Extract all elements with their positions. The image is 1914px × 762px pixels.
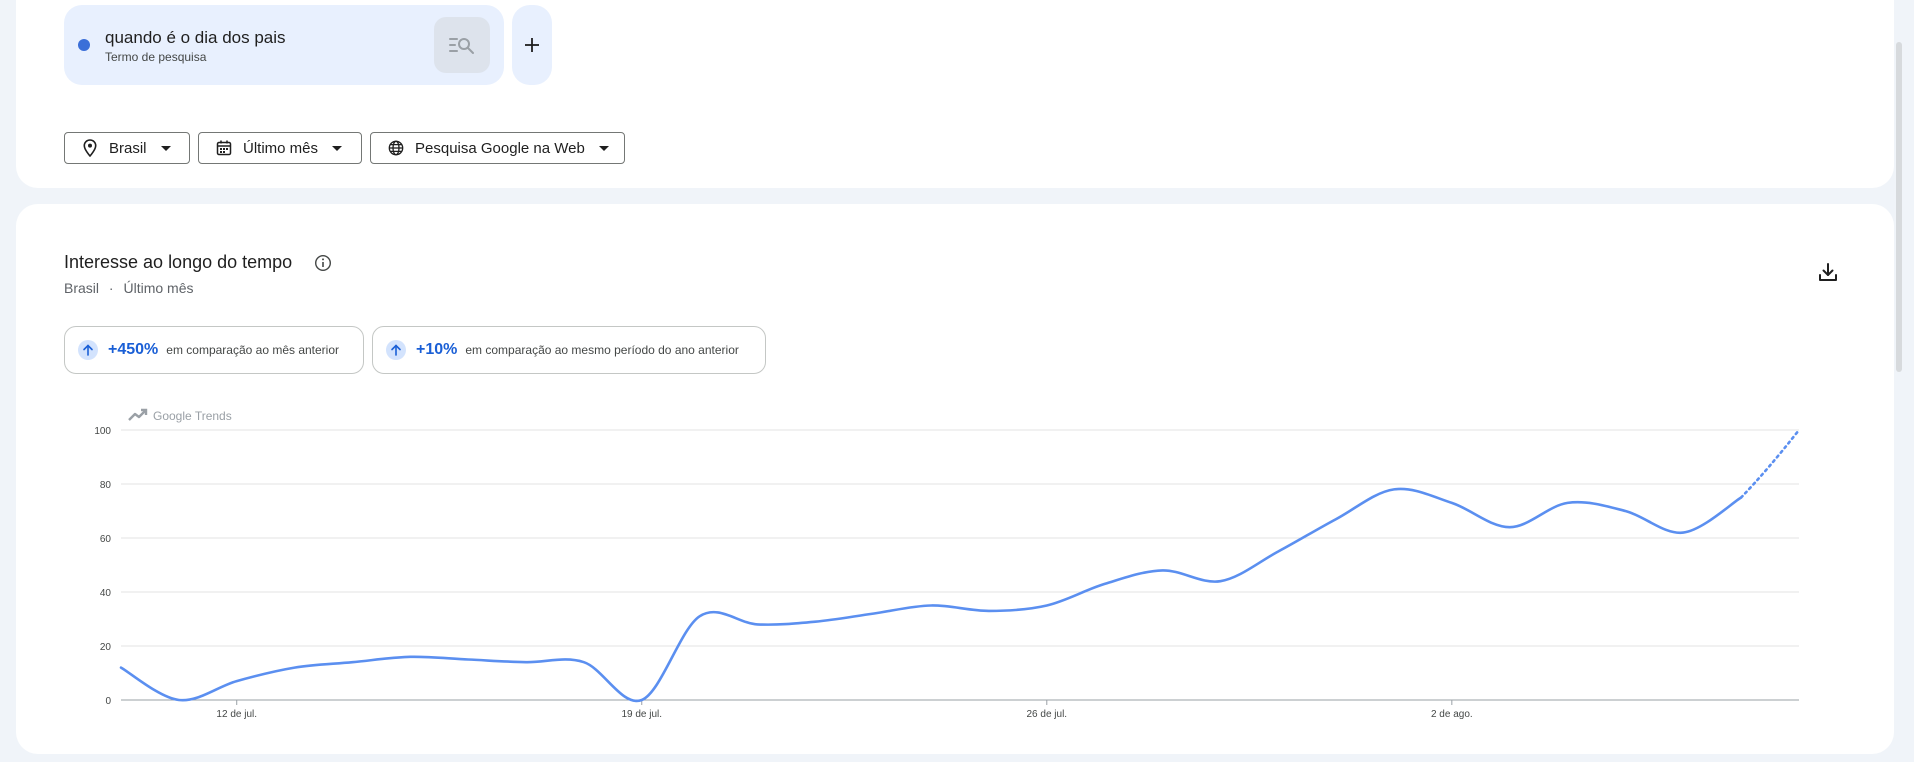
- search-term-text: quando é o dia dos pais: [105, 28, 286, 47]
- search-panel: quando é o dia dos pais Termo de pesquis…: [16, 0, 1894, 188]
- google-trends-watermark: Google Trends: [128, 408, 232, 423]
- property-filter-label: Pesquisa Google na Web: [415, 139, 585, 157]
- time-range-filter[interactable]: Último mês: [198, 132, 362, 164]
- series-line-partial: [1739, 428, 1801, 499]
- page-scrollbar[interactable]: [1896, 42, 1902, 372]
- arrow-up-icon: [78, 340, 98, 360]
- search-term-chip[interactable]: quando é o dia dos pais Termo de pesquis…: [64, 5, 504, 85]
- search-list-button[interactable]: [434, 17, 490, 73]
- search-term-type: Termo de pesquisa: [105, 50, 207, 64]
- time-range-filter-label: Último mês: [243, 139, 319, 157]
- property-filter[interactable]: Pesquisa Google na Web: [370, 132, 625, 164]
- subtitle-separator: ·: [108, 280, 114, 296]
- chevron-down-icon: [332, 145, 343, 151]
- y-tick-label: 100: [94, 426, 111, 437]
- x-tick-label: 12 de jul.: [216, 709, 257, 720]
- series-line: [119, 487, 1743, 703]
- x-tick-label: 19 de jul.: [621, 709, 662, 720]
- chevron-down-icon: [598, 145, 609, 151]
- series-color-dot: [78, 39, 90, 51]
- globe-icon: [387, 139, 405, 157]
- chevron-down-icon: [160, 145, 171, 151]
- stat-month-change[interactable]: +450% em comparação ao mês anterior: [64, 326, 364, 374]
- plus-icon: [525, 38, 539, 52]
- download-icon[interactable]: [1816, 260, 1840, 284]
- y-tick-label: 80: [100, 480, 112, 491]
- location-filter-label: Brasil: [109, 139, 147, 157]
- x-tick-label: 26 de jul.: [1026, 709, 1067, 720]
- watermark-text: Google Trends: [153, 409, 232, 423]
- search-list-icon: [449, 38, 474, 54]
- interest-over-time-card: Interesse ao longo do tempo Brasil · Últ…: [16, 204, 1894, 754]
- stat-year-value: +10%: [416, 341, 458, 358]
- y-tick-label: 40: [100, 588, 112, 599]
- subtitle-time: Último mês: [123, 280, 194, 296]
- location-pin-icon: [81, 139, 99, 157]
- stat-year-change[interactable]: +10% em comparação ao mesmo período do a…: [372, 326, 766, 374]
- location-filter[interactable]: Brasil: [64, 132, 190, 164]
- info-icon[interactable]: [314, 254, 332, 272]
- y-tick-label: 20: [100, 642, 112, 653]
- calendar-icon: [215, 139, 233, 157]
- y-tick-label: 60: [100, 534, 112, 545]
- add-comparison-button[interactable]: [512, 5, 552, 85]
- arrow-up-icon: [386, 340, 406, 360]
- interest-line-chart: 0 20 40 60 80 100 12 de jul. 19 de jul. 26 de j…: [94, 408, 1801, 720]
- x-tick-label: 2 de ago.: [1431, 709, 1473, 720]
- stat-month-value: +450%: [108, 341, 159, 358]
- stat-month-text: em comparação ao mês anterior: [166, 343, 340, 357]
- subtitle-location: Brasil: [64, 280, 100, 296]
- section-subtitle: Brasil · Último mês: [64, 280, 193, 296]
- stat-year-text: em comparação ao mesmo período do ano an…: [465, 343, 739, 357]
- section-title: Interesse ao longo do tempo: [64, 252, 293, 272]
- y-tick-label: 0: [105, 696, 111, 707]
